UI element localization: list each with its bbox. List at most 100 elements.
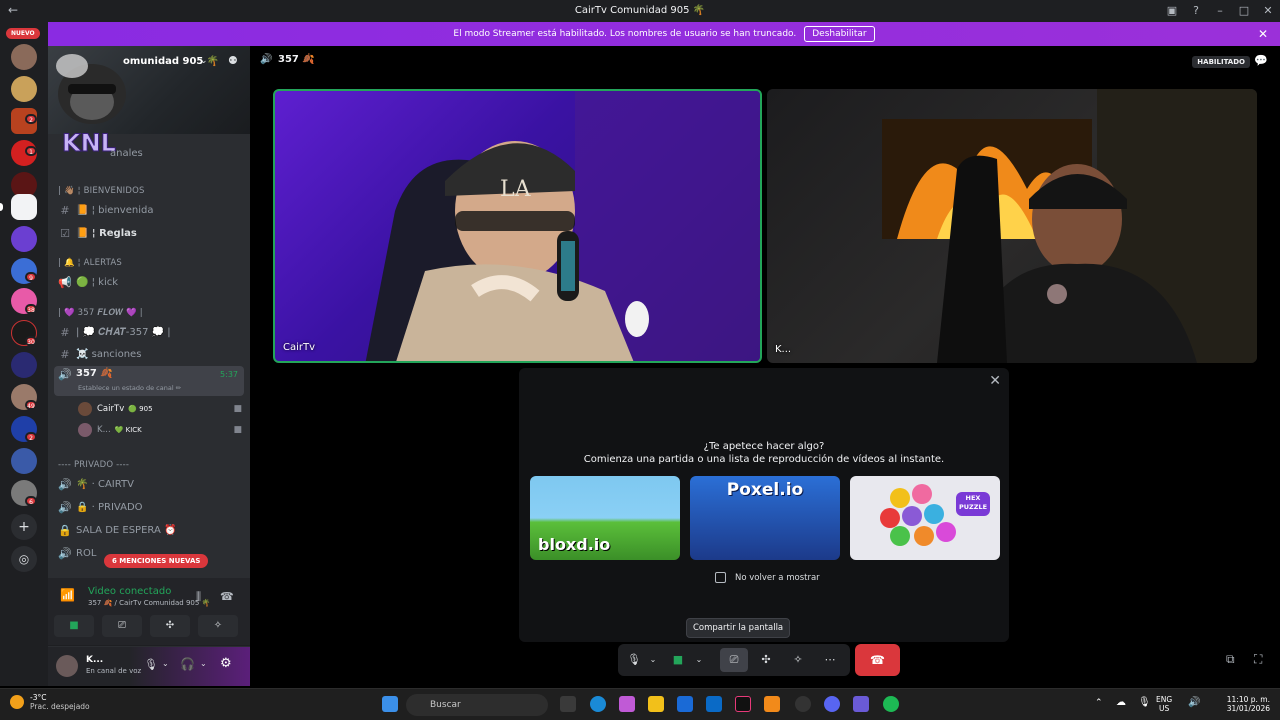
inbox-icon[interactable]: ▣: [1160, 0, 1184, 22]
signal-icon[interactable]: 📶: [60, 588, 75, 602]
channel-bienvenida[interactable]: # 📙 ¦ bienvenida: [54, 200, 244, 220]
voice-channel-357[interactable]: 🔊 357 🍂 5:37 Establece un estado de cana…: [54, 366, 244, 396]
task-view-icon[interactable]: [560, 696, 576, 712]
channel-chat[interactable]: # | 💭 𝑪𝑯𝑨𝑻-357 💭 |: [54, 322, 244, 342]
dont-show-again-checkbox[interactable]: [715, 572, 726, 583]
pop-out-icon[interactable]: ⧉: [1226, 652, 1235, 667]
banner-text: El modo Streamer está habilitado. Los no…: [453, 29, 797, 39]
tray-overflow-icon[interactable]: ⌃: [1095, 698, 1103, 708]
minimize-icon[interactable]: –: [1208, 0, 1232, 22]
activities-icon[interactable]: ✣: [754, 644, 778, 676]
voice-status-subtitle[interactable]: 357 🍂 / CairTv Comunidad 905 🌴: [88, 599, 210, 607]
category-bienvenidos[interactable]: | 👋🏽 ¦ BIENVENIDOS: [58, 186, 145, 196]
microphone-icon[interactable]: 🎙: [622, 644, 646, 676]
help-icon[interactable]: ?: [1184, 0, 1208, 22]
windows-start-icon[interactable]: [382, 696, 398, 712]
server-icon[interactable]: [11, 352, 37, 378]
camera-icon[interactable]: ■: [666, 644, 690, 676]
video-toggle-button[interactable]: ■: [54, 615, 94, 637]
voice-channel-sala-espera[interactable]: 🔒 SALA DE ESPERA ⏰: [54, 520, 244, 540]
disable-streamer-button[interactable]: Deshabilitar: [804, 26, 875, 42]
server-icon[interactable]: [11, 76, 37, 102]
channel-label: | 💭 𝑪𝑯𝑨𝑻-357 💭 |: [76, 326, 171, 338]
game-title: bloxd.io: [538, 535, 611, 554]
video-tile-cairtv[interactable]: LA CairTv: [273, 89, 762, 363]
edge-browser-icon[interactable]: [590, 696, 606, 712]
close-banner-icon[interactable]: ✕: [1258, 27, 1268, 41]
more-options-icon[interactable]: ⋯: [818, 644, 842, 676]
activity-subtitle: Comienza una partida o una lista de repr…: [583, 454, 945, 465]
new-mentions-pill[interactable]: 6 MENCIONES NUEVAS: [104, 554, 209, 568]
server-icon[interactable]: [11, 226, 37, 252]
voice-user-k[interactable]: K... 💚 KICK ■: [78, 423, 242, 437]
disconnect-icon[interactable]: ☎: [220, 590, 234, 603]
channel-kick[interactable]: 📢 🟢 ¦ kick: [54, 272, 244, 292]
browse-channels-label[interactable]: anales: [110, 148, 143, 159]
category-alertas[interactable]: | 🔔 ¦ ALERTAS: [58, 258, 122, 268]
speaker-icon: 🔊: [58, 477, 72, 491]
file-explorer-icon[interactable]: [648, 696, 664, 712]
volume-icon[interactable]: 🔊: [1188, 697, 1200, 708]
tiktok-icon[interactable]: [735, 696, 751, 712]
close-window-icon[interactable]: ✕: [1256, 0, 1280, 22]
avatar[interactable]: [56, 655, 78, 677]
microphone-icon[interactable]: 🎙: [144, 658, 158, 671]
taskbar-search[interactable]: Buscar: [406, 694, 548, 716]
tile-user-name: K...: [775, 344, 792, 355]
screen-share-icon[interactable]: ⎚: [720, 648, 748, 672]
channel-label: ☠️ sanciones: [76, 348, 142, 360]
discover-icon[interactable]: ◎: [11, 546, 37, 572]
chevron-down-icon[interactable]: ⌄: [692, 644, 706, 676]
category-privado[interactable]: ---- PRIVADO ----: [58, 460, 129, 470]
voice-channel-privado[interactable]: 🔊 🔒 · PRIVADO: [54, 497, 244, 517]
voice-user-cairtv[interactable]: CairTv 🟢 905 ■: [78, 402, 242, 416]
channel-reglas[interactable]: ☑ 📙 ¦ Reglas: [54, 223, 244, 243]
activity-card-hex-puzzle[interactable]: HEX PUZZLE: [850, 476, 1000, 560]
disconnect-call-button[interactable]: ☎: [855, 644, 900, 676]
maximize-icon[interactable]: □: [1232, 0, 1256, 22]
discord-icon[interactable]: [824, 696, 840, 712]
app-icon[interactable]: [764, 696, 780, 712]
noise-suppression-icon[interactable]: ⫼: [196, 590, 201, 604]
soundboard-icon[interactable]: ✧: [786, 644, 810, 676]
chat-bubble-icon[interactable]: 💬: [1254, 54, 1268, 67]
outlook-icon[interactable]: [706, 696, 722, 712]
clock[interactable]: 11:10 p. m. 31/01/2026: [1220, 695, 1270, 713]
server-icon[interactable]: [11, 44, 37, 70]
svg-text:LA: LA: [500, 177, 532, 202]
video-tile-k[interactable]: K...: [767, 89, 1257, 363]
chevron-down-icon[interactable]: ⌄: [162, 659, 169, 668]
obs-icon[interactable]: [795, 696, 811, 712]
voice-channel-cairtv[interactable]: 🔊 🌴 · CAIRTV: [54, 474, 244, 494]
channel-status-prompt[interactable]: Establece un estado de canal ✏: [78, 384, 181, 392]
activity-card-poxel[interactable]: Poxel.io: [690, 476, 840, 560]
channel-sanciones[interactable]: # ☠️ sanciones: [54, 344, 244, 364]
server-icon[interactable]: [11, 448, 37, 474]
settings-gear-icon[interactable]: ⚙: [220, 656, 232, 671]
app-icon[interactable]: [853, 696, 869, 712]
chevron-down-icon[interactable]: ⌄: [200, 659, 207, 668]
close-icon[interactable]: ✕: [989, 373, 1001, 389]
microphone-tray-icon[interactable]: 🎙: [1138, 697, 1151, 708]
copilot-icon[interactable]: [619, 696, 635, 712]
camera-icon: ■: [233, 425, 242, 435]
weather-widget[interactable]: -3°C Prac. despejado: [10, 693, 90, 711]
activities-button[interactable]: ✣: [150, 615, 190, 637]
headphones-icon[interactable]: 🎧: [180, 657, 195, 671]
store-icon[interactable]: [677, 696, 693, 712]
server-icon[interactable]: [11, 194, 37, 220]
tile-user-name: CairTv: [283, 342, 316, 353]
fullscreen-icon[interactable]: ⛶: [1254, 652, 1262, 667]
language-indicator[interactable]: ENG US: [1156, 695, 1172, 713]
screen-share-button[interactable]: ⎚: [102, 615, 142, 637]
soundboard-button[interactable]: ✧: [198, 615, 238, 637]
chevron-down-icon[interactable]: ⌄: [646, 644, 660, 676]
chevron-down-icon[interactable]: ⌄: [200, 56, 208, 66]
network-icon[interactable]: ☁: [1116, 697, 1126, 708]
add-server-icon[interactable]: +: [11, 514, 37, 540]
channel-label: SALA DE ESPERA ⏰: [76, 524, 177, 536]
category-flow[interactable]: | 💜 357 𝑭𝑳𝑶𝑾 💜 |: [58, 308, 143, 318]
spotify-icon[interactable]: [883, 696, 899, 712]
activity-card-bloxd[interactable]: bloxd.io: [530, 476, 680, 560]
invite-icon[interactable]: ⚉: [228, 54, 238, 67]
